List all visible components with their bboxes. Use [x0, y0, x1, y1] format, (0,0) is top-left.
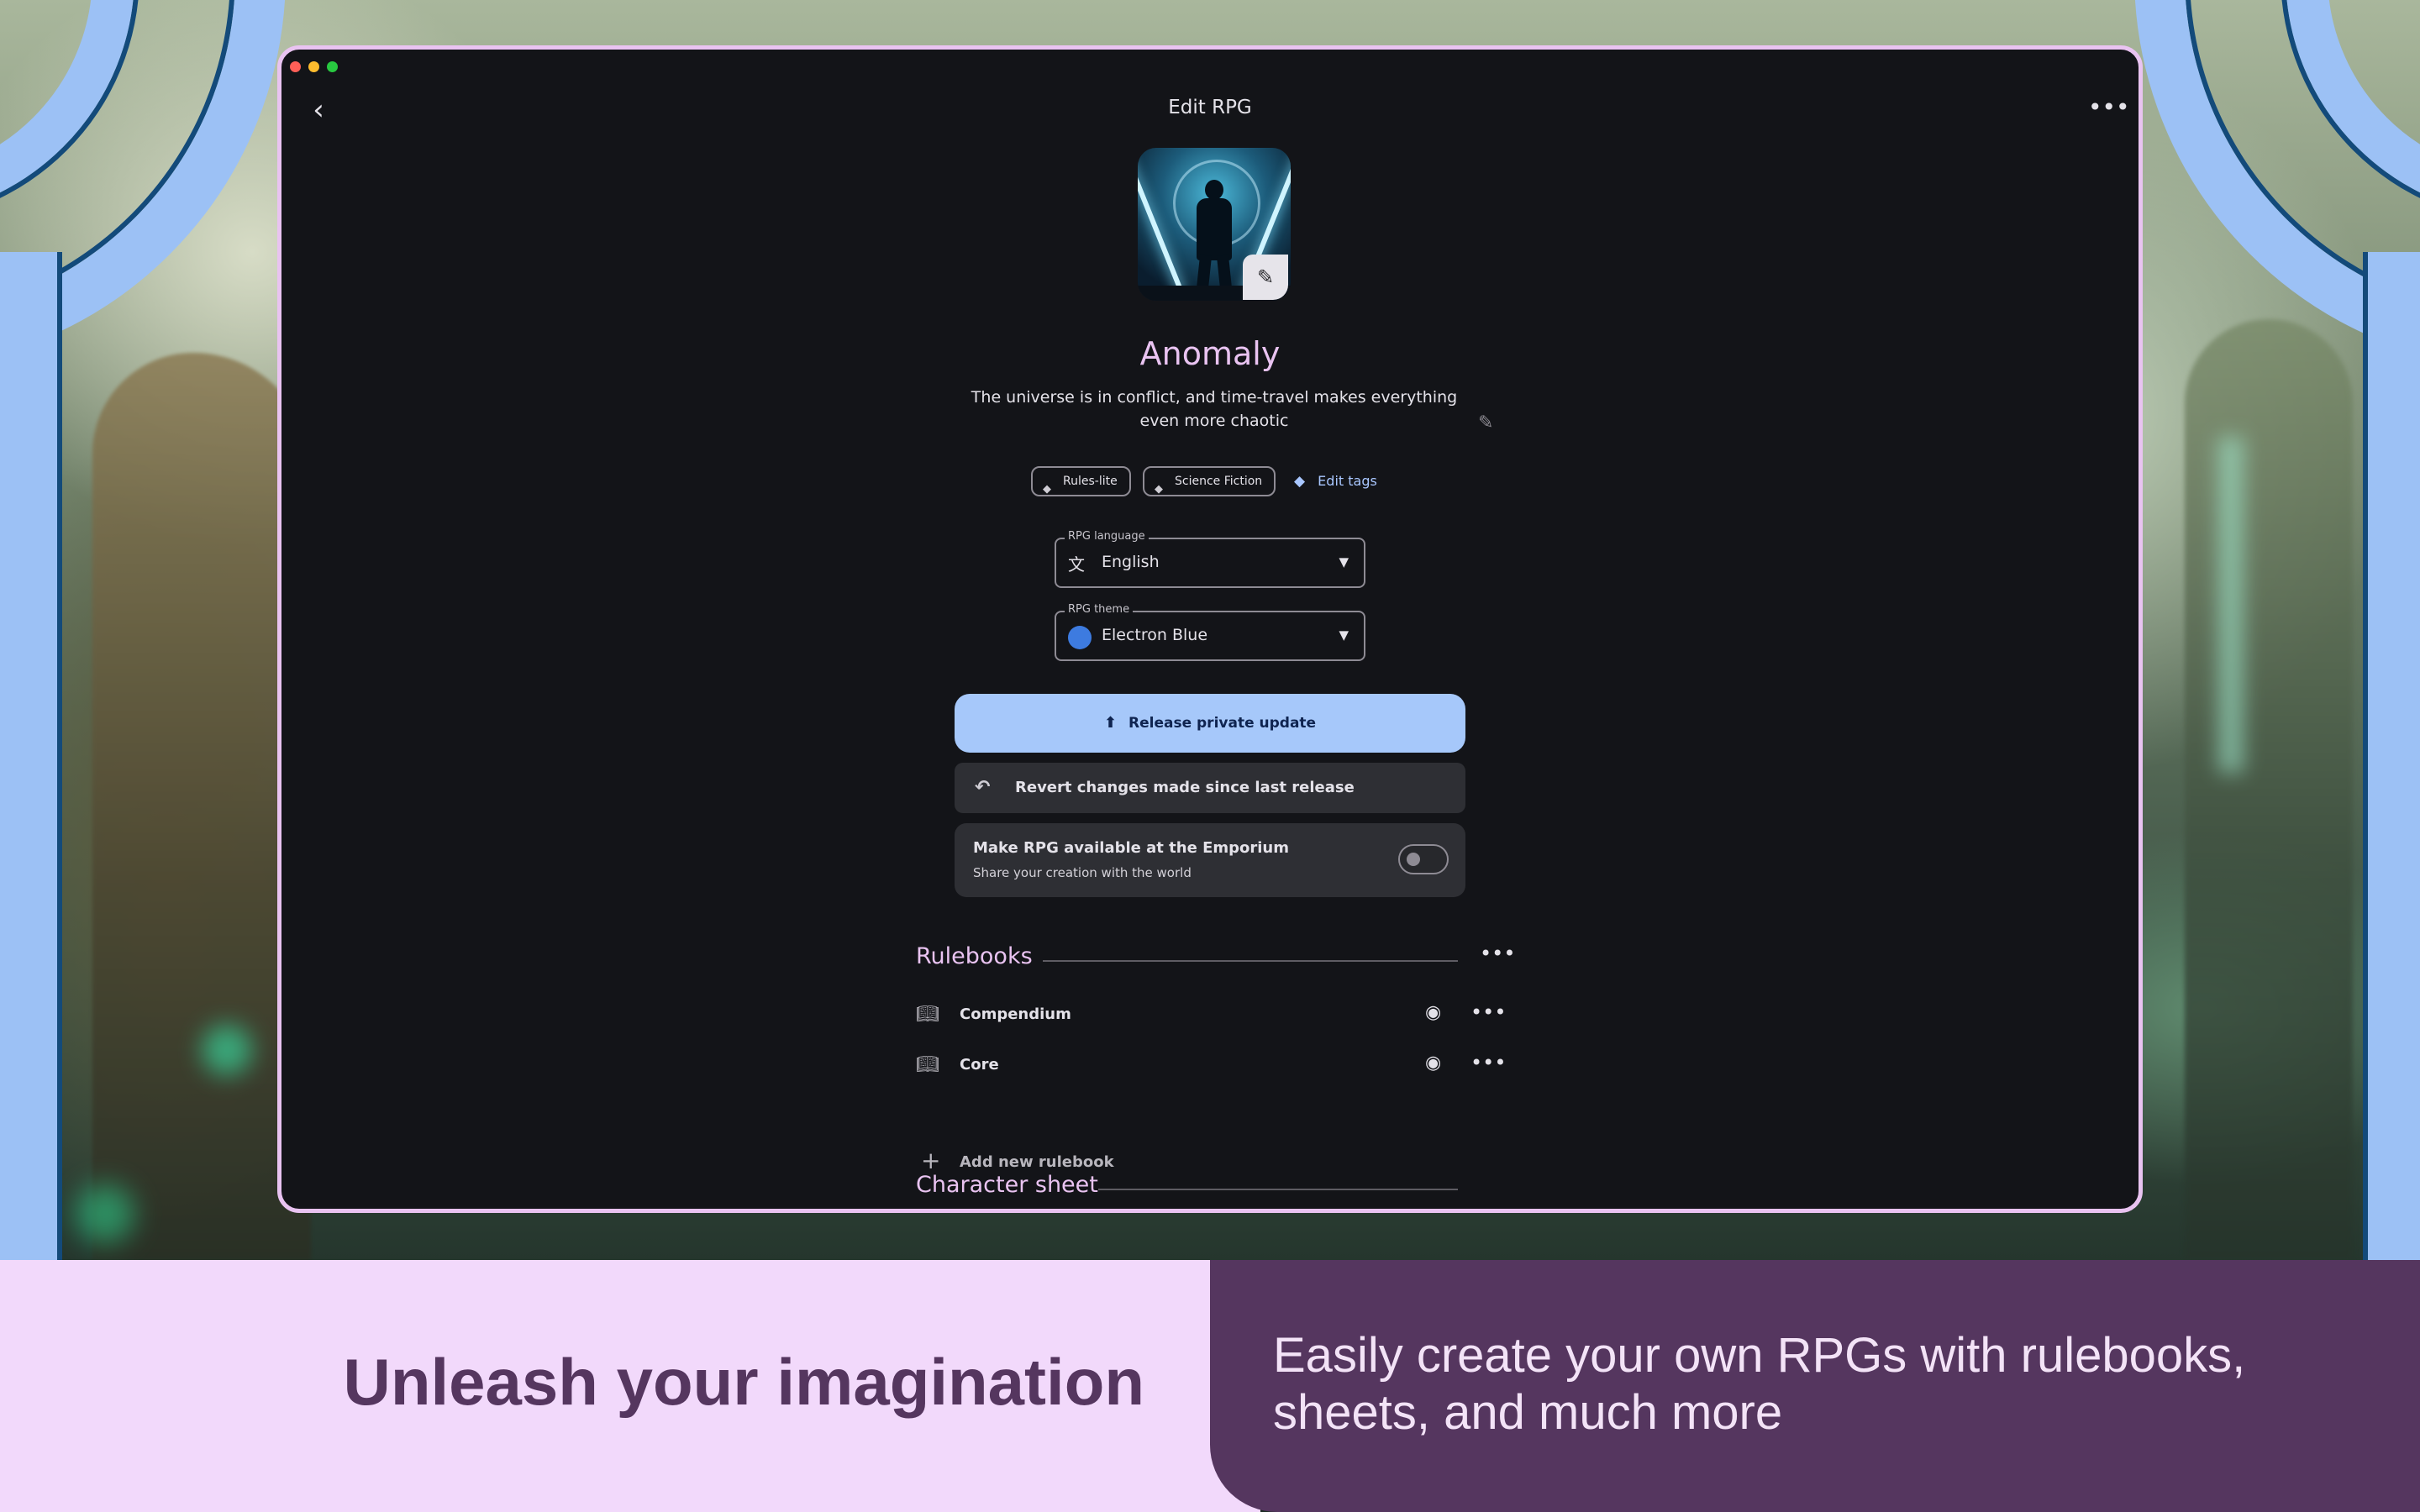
cover-figure — [1205, 180, 1223, 200]
pencil-icon: ✎ — [1256, 265, 1275, 289]
rulebook-more-button[interactable]: ••• — [1470, 1051, 1506, 1074]
revert-changes-button[interactable]: ↶ Revert changes made since last release — [955, 763, 1465, 813]
cover-figure — [1197, 198, 1232, 260]
theme-select-label: RPG theme — [1065, 603, 1134, 616]
edit-description-button[interactable]: ✎ — [1478, 412, 1493, 433]
rulebooks-more-button[interactable]: ••• — [1480, 942, 1515, 965]
window-close-button[interactable] — [290, 61, 301, 72]
background-glow — [2218, 437, 2244, 773]
emporium-toggle-row[interactable]: Make RPG available at the Emporium Share… — [955, 823, 1465, 897]
book-icon: 📖︎ — [916, 1004, 939, 1025]
window-minimize-button[interactable] — [308, 61, 319, 72]
revert-button-label: Revert changes made since last release — [1015, 779, 1355, 796]
tag-icon: ◆ — [1043, 483, 1051, 496]
rulebook-row[interactable]: 📖︎ Core ◉ ••• — [916, 1049, 1506, 1083]
language-select-label: RPG language — [1065, 530, 1149, 543]
emporium-subtitle: Share your creation with the world — [973, 865, 1192, 880]
rulebook-row[interactable]: 📖︎ Compendium ◉ ••• — [916, 999, 1506, 1032]
rpg-description: The universe is in conflict, and time-tr… — [971, 388, 1458, 430]
section-divider — [1098, 1189, 1458, 1190]
background-glow — [202, 1025, 252, 1075]
banner-tagline: Easily create your own RPGs with ruleboo… — [1273, 1328, 2246, 1440]
app-window: ‹ Edit RPG ••• ✎ Anomaly The universe is… — [277, 45, 2143, 1213]
more-horizontal-icon: ••• — [2088, 93, 2130, 121]
caret-down-icon: ▼ — [1339, 554, 1349, 570]
tag-chip[interactable]: ◆ Rules-lite — [1031, 466, 1131, 496]
page-title: Edit RPG — [1168, 97, 1252, 118]
edit-cover-button[interactable]: ✎ — [1243, 255, 1288, 300]
more-horizontal-icon: ••• — [1480, 942, 1516, 965]
tag-icon: ◆ — [1294, 473, 1306, 490]
edit-tags-label: Edit tags — [1318, 473, 1377, 489]
more-options-button[interactable]: ••• — [2088, 93, 2130, 127]
rulebook-name: Compendium — [960, 1005, 1071, 1023]
undo-icon: ↶ — [975, 777, 991, 798]
background-glow — [76, 1184, 134, 1243]
rulebook-more-button[interactable]: ••• — [1470, 1000, 1506, 1024]
add-rulebook-label: Add new rulebook — [960, 1153, 1114, 1171]
window-zoom-button[interactable] — [327, 61, 338, 72]
caret-down-icon: ▼ — [1339, 627, 1349, 643]
language-select-value: English — [1102, 553, 1160, 571]
release-private-update-button[interactable]: ⬆ Release private update — [955, 694, 1465, 753]
tag-icon: ◆ — [1155, 483, 1163, 496]
plus-icon: + — [921, 1147, 941, 1174]
banner-headline: Unleash your imagination — [343, 1345, 1144, 1419]
visibility-toggle-eye-icon[interactable]: ◉ — [1425, 1053, 1441, 1074]
rulebook-name: Core — [960, 1056, 999, 1074]
upload-icon: ⬆ — [1103, 714, 1117, 732]
frame-left-bar — [0, 252, 62, 1260]
rulebooks-section-title: Rulebooks — [916, 943, 1033, 969]
background-rock-right — [2185, 319, 2353, 1260]
frame-right-bar — [2363, 252, 2420, 1260]
visibility-toggle-eye-icon[interactable]: ◉ — [1425, 1002, 1441, 1023]
toggle-knob — [1407, 853, 1420, 866]
emporium-title: Make RPG available at the Emporium — [973, 839, 1289, 857]
translate-icon: 文 — [1068, 554, 1085, 575]
emporium-toggle[interactable] — [1398, 844, 1449, 874]
edit-tags-button[interactable]: ◆ Edit tags — [1294, 466, 1377, 496]
tag-chip[interactable]: ◆ Science Fiction — [1143, 466, 1276, 496]
section-divider — [1043, 960, 1458, 962]
release-button-label: Release private update — [1128, 715, 1317, 732]
character-sheet-section-title: Character sheet — [916, 1172, 1098, 1198]
rpg-name: Anomaly — [1139, 335, 1281, 372]
theme-select-value: Electron Blue — [1102, 626, 1208, 644]
language-select[interactable]: RPG language 文 English ▼ — [1055, 530, 1365, 588]
tag-label: Science Fiction — [1175, 475, 1263, 488]
cover-figure — [1196, 255, 1213, 290]
tag-label: Rules-lite — [1063, 475, 1118, 488]
theme-color-swatch — [1068, 626, 1092, 649]
pencil-icon: ✎ — [1478, 412, 1494, 433]
theme-select[interactable]: RPG theme Electron Blue ▼ — [1055, 603, 1365, 661]
book-icon: 📖︎ — [916, 1054, 939, 1075]
